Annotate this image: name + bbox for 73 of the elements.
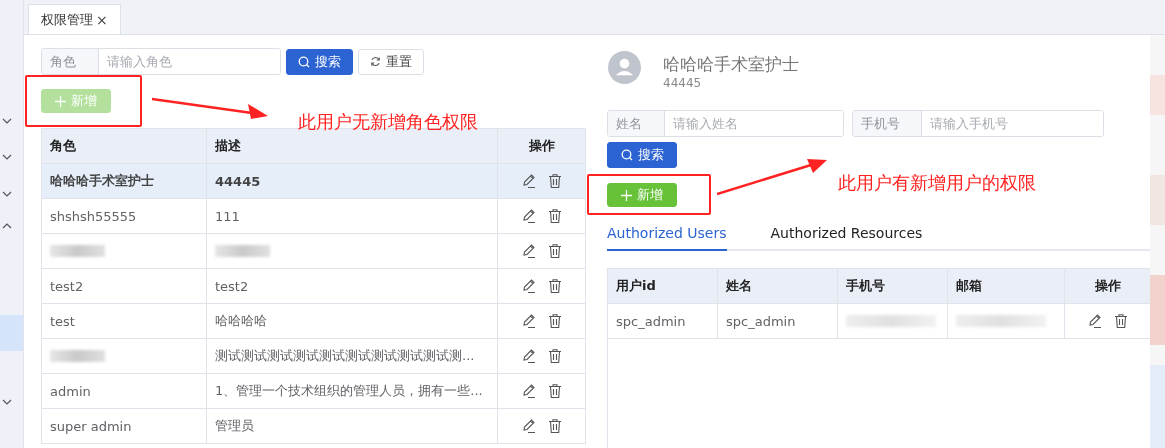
table-cell: 哈哈哈手术室护士 bbox=[50, 172, 154, 190]
plus-icon bbox=[55, 95, 66, 107]
avatar-icon bbox=[608, 51, 641, 84]
delete-icon[interactable] bbox=[546, 348, 563, 364]
column-header: 手机号 bbox=[838, 269, 948, 303]
blurred-text bbox=[50, 350, 105, 362]
blurred-text bbox=[215, 245, 270, 257]
table-cell: spc_admin bbox=[726, 313, 796, 329]
delete-icon[interactable] bbox=[546, 313, 563, 329]
table-row[interactable]: test 哈哈哈哈 bbox=[42, 304, 585, 339]
table-row[interactable]: super admin 管理员 bbox=[42, 409, 585, 444]
delete-icon[interactable] bbox=[1112, 313, 1129, 329]
table-row[interactable]: shshsh55555 111 bbox=[42, 199, 585, 234]
annotation-text: 此用户有新增用户的权限 bbox=[838, 171, 1036, 195]
plus-icon bbox=[621, 189, 632, 201]
edit-icon[interactable] bbox=[520, 418, 537, 434]
role-name: 哈哈哈手术室护士 bbox=[663, 53, 799, 76]
table-cell: 44445 bbox=[215, 173, 261, 189]
table-cell: 1、管理一个技术组织的管理人员，拥有一些... bbox=[215, 382, 483, 400]
table-cell: admin bbox=[50, 383, 91, 399]
tab[interactable]: Authorized Users bbox=[607, 225, 727, 251]
edit-icon[interactable] bbox=[1086, 313, 1103, 329]
selected-item-highlight bbox=[0, 315, 23, 351]
reset-button[interactable]: 重置 bbox=[358, 48, 424, 75]
chevron-icon[interactable] bbox=[2, 154, 12, 160]
table-cell: test2 bbox=[215, 278, 249, 294]
edit-icon[interactable] bbox=[520, 278, 537, 294]
table-row[interactable]: 哈哈哈手术室护士 44445 bbox=[42, 164, 585, 199]
table-cell: 111 bbox=[215, 208, 240, 224]
search-button[interactable]: 搜索 bbox=[607, 142, 677, 168]
close-icon[interactable]: × bbox=[96, 11, 108, 28]
edit-icon[interactable] bbox=[520, 383, 537, 399]
edit-icon[interactable] bbox=[520, 173, 537, 189]
blurred-text bbox=[50, 245, 105, 257]
edit-icon[interactable] bbox=[520, 313, 537, 329]
column-header: 角色 bbox=[42, 129, 207, 163]
column-header: 姓名 bbox=[718, 269, 838, 303]
edit-icon[interactable] bbox=[520, 243, 537, 259]
table-cell: 管理员 bbox=[215, 417, 254, 435]
table-row[interactable]: admin 1、管理一个技术组织的管理人员，拥有一些... bbox=[42, 374, 585, 409]
table-cell: shshsh55555 bbox=[50, 208, 137, 224]
column-header: 操作 bbox=[527, 137, 556, 155]
column-header: 邮箱 bbox=[948, 269, 1065, 303]
add-button: 新增 bbox=[41, 89, 111, 113]
column-header: 用户id bbox=[608, 269, 718, 303]
table-cell: spc_admin bbox=[616, 313, 686, 329]
table-cell: 哈哈哈哈 bbox=[215, 312, 267, 330]
search-button[interactable]: 搜索 bbox=[286, 48, 353, 75]
table-row[interactable]: test2 test2 bbox=[42, 269, 585, 304]
edit-icon[interactable] bbox=[520, 208, 537, 224]
table-row[interactable]: 测试测试测试测试测试测试测试测试测试测... bbox=[42, 339, 585, 374]
chevron-icon[interactable] bbox=[2, 399, 12, 405]
table-cell: test bbox=[50, 313, 75, 329]
delete-icon[interactable] bbox=[546, 173, 563, 189]
tab[interactable]: Authorized Resources bbox=[770, 225, 923, 249]
refresh-icon bbox=[370, 56, 381, 67]
search-icon bbox=[298, 55, 310, 68]
table-cell: super admin bbox=[50, 418, 132, 434]
delete-icon[interactable] bbox=[546, 383, 563, 399]
delete-icon[interactable] bbox=[546, 418, 563, 434]
chevron-icon[interactable] bbox=[2, 118, 12, 124]
table-cell: test2 bbox=[50, 278, 84, 294]
delete-icon[interactable] bbox=[546, 243, 563, 259]
page-tab[interactable]: 权限管理 × bbox=[28, 4, 121, 34]
delete-icon[interactable] bbox=[546, 278, 563, 294]
delete-icon[interactable] bbox=[546, 208, 563, 224]
search-icon bbox=[620, 149, 633, 161]
role-description: 44445 bbox=[663, 76, 703, 90]
table-cell: 测试测试测试测试测试测试测试测试测试测... bbox=[215, 347, 475, 365]
chevron-icon[interactable] bbox=[2, 191, 12, 197]
chevron-icon[interactable] bbox=[2, 223, 12, 229]
column-header: 操作 bbox=[1093, 277, 1122, 295]
edit-icon[interactable] bbox=[520, 348, 537, 364]
